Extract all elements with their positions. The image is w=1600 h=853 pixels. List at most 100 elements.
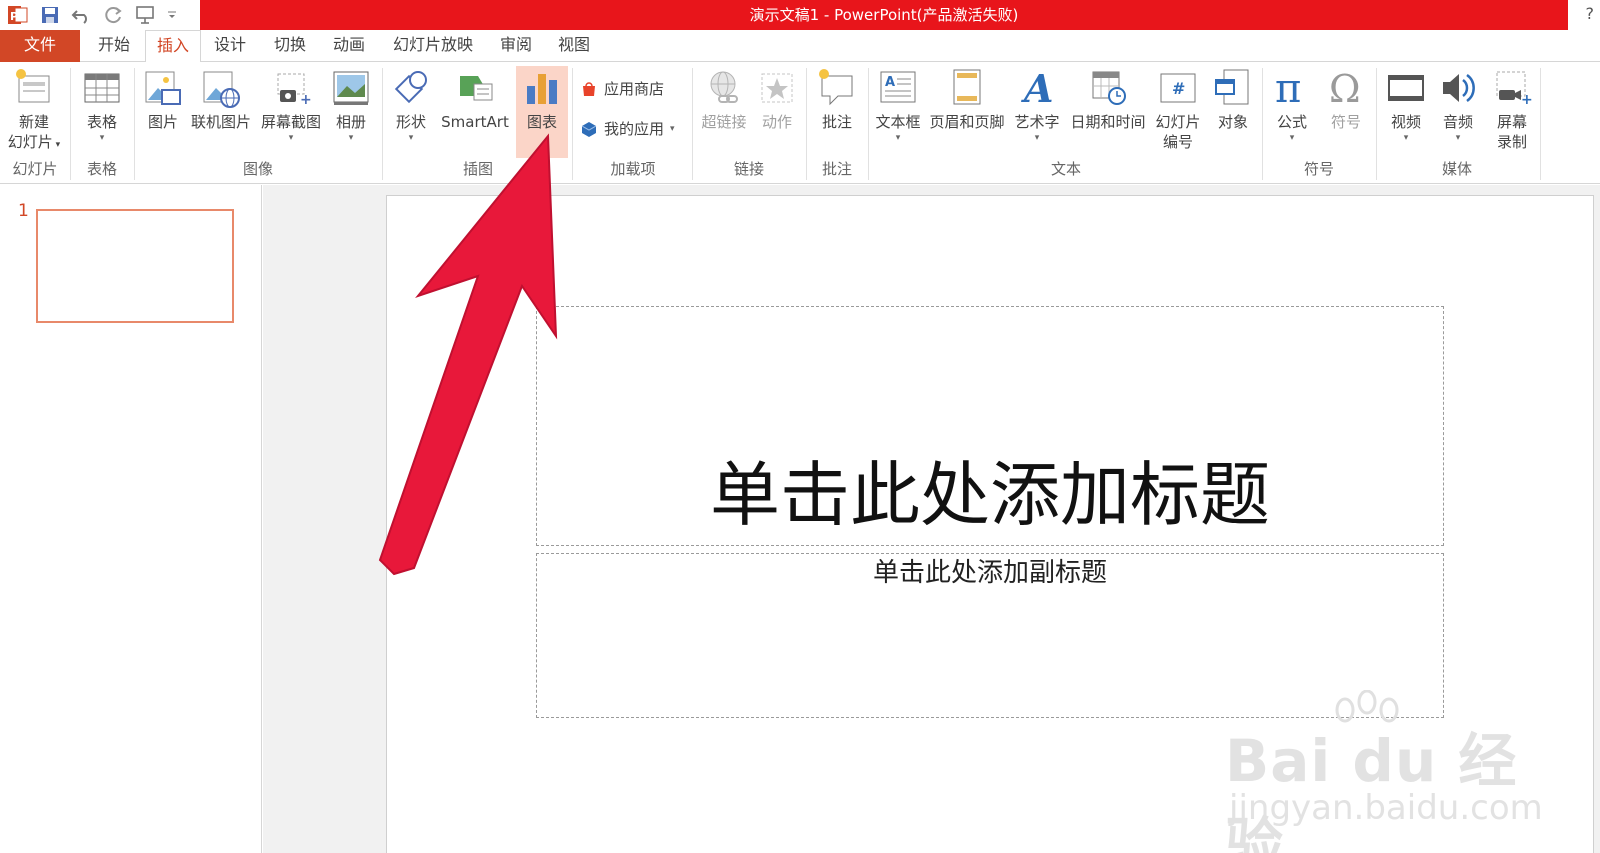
group-label-images: 图像 — [242, 160, 273, 178]
tab-animations[interactable]: 动画 — [327, 30, 371, 62]
object-button[interactable]: 对象 — [1208, 66, 1258, 132]
slide-number-icon: # — [1160, 73, 1196, 103]
group-divider — [692, 68, 693, 180]
chevron-down-icon: ▾ — [1455, 133, 1461, 143]
group-divider — [70, 68, 71, 180]
store-button[interactable]: 应用商店 — [580, 76, 664, 102]
help-button[interactable]: ? — [1586, 4, 1595, 23]
comment-icon — [819, 69, 853, 106]
my-apps-button[interactable]: 我的应用 ▾ — [580, 116, 675, 142]
online-picture-icon — [203, 71, 240, 108]
quick-access-toolbar: P — [6, 3, 178, 27]
slide-number-label-2: 编号 — [1162, 133, 1193, 151]
customize-qat-icon[interactable] — [166, 4, 178, 26]
hyperlink-button[interactable]: 超链接 — [696, 66, 752, 132]
group-divider — [806, 68, 807, 180]
watermark-brand: Bai du 经验 — [1225, 727, 1518, 853]
screenshot-button[interactable]: + 屏幕截图 ▾ — [256, 66, 326, 144]
group-divider — [134, 68, 135, 180]
chart-label: 图表 — [526, 113, 557, 131]
comment-label: 批注 — [821, 113, 852, 131]
smartart-button[interactable]: SmartArt — [438, 66, 512, 132]
tab-slideshow[interactable]: 幻灯片放映 — [388, 30, 478, 62]
group-divider — [868, 68, 869, 180]
tab-insert[interactable]: 插入 — [145, 30, 201, 63]
new-slide-button[interactable]: 新建 幻灯片 ▾ — [2, 66, 66, 155]
action-icon — [761, 73, 793, 103]
group-label-symbols: 符号 — [1303, 160, 1334, 178]
group-label-addins: 加载项 — [610, 160, 656, 178]
group-label-text: 文本 — [1050, 160, 1081, 178]
chevron-down-icon: ▾ — [895, 133, 901, 143]
tab-design[interactable]: 设计 — [208, 30, 252, 62]
video-icon — [1388, 75, 1424, 101]
tab-file[interactable]: 文件 — [0, 30, 80, 62]
subtitle-placeholder-text[interactable]: 单击此处添加副标题 — [536, 556, 1444, 590]
chevron-down-icon: ▾ — [1403, 133, 1409, 143]
photo-album-icon — [333, 71, 369, 105]
textbox-button[interactable]: A 文本框 ▾ — [872, 66, 924, 144]
picture-label: 图片 — [147, 113, 178, 131]
header-footer-button[interactable]: 页眉和页脚 — [926, 66, 1008, 132]
textbox-icon: A — [880, 71, 916, 103]
svg-text:+: + — [300, 92, 312, 108]
chevron-down-icon: ▾ — [670, 124, 675, 134]
audio-button[interactable]: 音频 ▾ — [1432, 66, 1484, 144]
equation-button[interactable]: π 公式 ▾ — [1266, 66, 1318, 144]
object-label: 对象 — [1217, 113, 1248, 131]
my-apps-label: 我的应用 — [604, 120, 665, 138]
wordart-icon: A — [1021, 66, 1053, 110]
group-divider — [1262, 68, 1263, 180]
smartart-label: SmartArt — [441, 113, 509, 131]
redo-icon[interactable] — [102, 4, 126, 26]
tab-transitions[interactable]: 切换 — [268, 30, 312, 62]
slide-number-button[interactable]: # 幻灯片 编号 — [1150, 66, 1206, 152]
chevron-down-icon: ▾ — [99, 133, 105, 143]
store-icon — [583, 82, 595, 96]
textbox-label: 文本框 — [875, 113, 921, 131]
screenshot-label: 屏幕截图 — [260, 113, 321, 131]
group-divider — [572, 68, 573, 180]
screen-recording-label-1: 屏幕 — [1496, 113, 1527, 131]
title-placeholder-text[interactable]: 单击此处添加标题 — [536, 454, 1444, 536]
photo-album-label: 相册 — [335, 113, 366, 131]
slide-number: 1 — [18, 201, 29, 221]
my-apps-icon — [581, 122, 597, 137]
chart-button[interactable]: 图表 — [516, 66, 568, 132]
save-icon[interactable] — [38, 4, 62, 26]
photo-album-button[interactable]: 相册 ▾ — [328, 66, 374, 144]
svg-text:#: # — [1172, 79, 1185, 98]
chevron-down-icon: ▾ — [1034, 133, 1040, 143]
group-divider — [1540, 68, 1541, 180]
chevron-down-icon: ▾ — [348, 133, 354, 143]
wordart-label: 艺术字 — [1014, 113, 1060, 131]
presenter-icon[interactable] — [134, 4, 158, 26]
screen-recording-label-2: 录制 — [1496, 133, 1527, 151]
comment-button[interactable]: 批注 — [812, 66, 862, 132]
picture-button[interactable]: 图片 — [140, 66, 186, 132]
header-footer-icon — [953, 69, 981, 105]
video-button[interactable]: 视频 ▾ — [1380, 66, 1432, 144]
tab-home[interactable]: 开始 — [92, 30, 136, 62]
datetime-button[interactable]: 日期和时间 — [1066, 66, 1150, 132]
slide-thumbnail[interactable] — [36, 209, 234, 323]
picture-icon — [145, 71, 181, 105]
table-icon — [84, 73, 120, 103]
hyperlink-label: 超链接 — [701, 113, 747, 131]
action-label: 动作 — [761, 113, 792, 131]
hyperlink-icon — [710, 71, 738, 103]
online-picture-button[interactable]: 联机图片 — [188, 66, 254, 132]
group-label-illustrations: 插图 — [462, 160, 493, 178]
shapes-button[interactable]: 形状 ▾ — [388, 66, 434, 144]
action-button[interactable]: 动作 — [752, 66, 802, 132]
chevron-down-icon: ▾ — [288, 133, 294, 143]
symbol-button[interactable]: Ω 符号 — [1320, 66, 1372, 132]
group-label-slides: 幻灯片 — [12, 160, 58, 178]
wordart-button[interactable]: A 艺术字 ▾ — [1010, 66, 1064, 144]
table-button[interactable]: 表格 ▾ — [76, 66, 128, 144]
tab-view[interactable]: 视图 — [552, 30, 596, 62]
powerpoint-logo-icon[interactable]: P — [6, 4, 30, 26]
undo-icon[interactable] — [70, 4, 94, 26]
tab-review[interactable]: 审阅 — [494, 30, 538, 62]
screen-recording-button[interactable]: + 屏幕 录制 — [1484, 66, 1540, 152]
